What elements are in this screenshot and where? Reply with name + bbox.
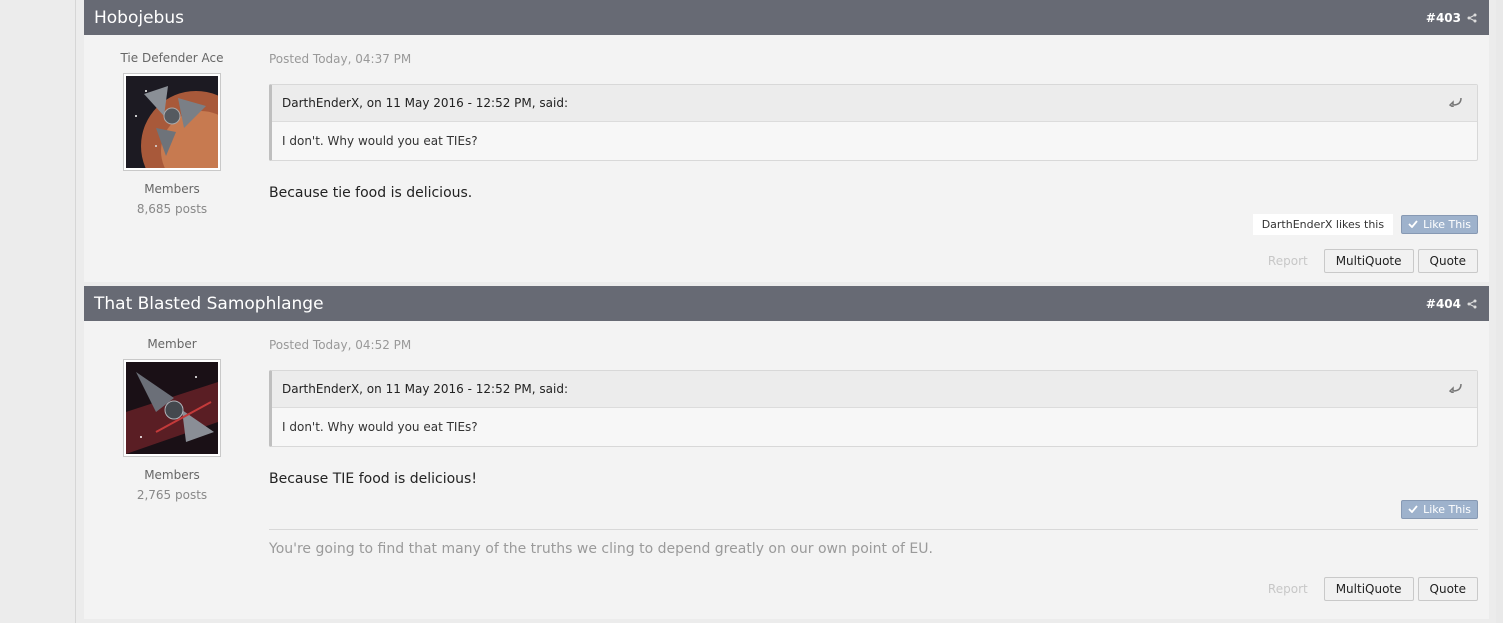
post-body: Tie Defender Ace Members 8,685 posts Pos… — [84, 35, 1489, 282]
quote-citation: DarthEnderX, on 11 May 2016 - 12:52 PM, … — [272, 371, 1477, 408]
signature: You're going to find that many of the tr… — [269, 541, 933, 557]
return-arrow-icon[interactable] — [1448, 382, 1463, 396]
like-button[interactable]: Like This — [1401, 215, 1478, 234]
post-author[interactable]: Hobojebus — [94, 8, 184, 28]
author-column: Tie Defender Ace Members 8,685 posts — [84, 35, 260, 216]
quote-block: DarthEnderX, on 11 May 2016 - 12:52 PM, … — [269, 370, 1478, 447]
post-number-group: #404 — [1426, 297, 1477, 311]
content-column: Posted Today, 04:37 PM DarthEnderX, on 1… — [269, 35, 1478, 273]
posted-date: Posted Today, 04:52 PM — [269, 338, 412, 352]
checkmark-icon — [1408, 503, 1418, 516]
right-edge — [1496, 0, 1503, 623]
quote-text: I don't. Why would you eat TIEs? — [282, 134, 478, 148]
post-author[interactable]: That Blasted Samophlange — [94, 294, 324, 314]
post-message: Because TIE food is delicious! — [269, 471, 477, 487]
share-icon[interactable] — [1467, 299, 1477, 309]
member-group: Members — [144, 468, 200, 482]
post-body: Member Members 2,765 posts Posted Today,… — [84, 321, 1489, 619]
return-arrow-icon[interactable] — [1448, 96, 1463, 110]
post-number[interactable]: #404 — [1426, 297, 1461, 311]
multiquote-button[interactable]: MultiQuote — [1323, 577, 1414, 601]
avatar[interactable] — [123, 73, 221, 171]
post-number-group: #403 — [1426, 11, 1477, 25]
like-button[interactable]: Like This — [1401, 500, 1478, 519]
like-button-label: Like This — [1423, 218, 1471, 231]
post-message: Because tie food is delicious. — [269, 185, 473, 201]
report-link[interactable]: Report — [1268, 582, 1308, 596]
post-actions: Report MultiQuote Quote — [269, 577, 1478, 601]
user-rank: Tie Defender Ace — [120, 51, 224, 65]
post-count: 2,765 posts — [136, 488, 208, 502]
user-rank: Member — [147, 337, 197, 351]
checkmark-icon — [1408, 218, 1418, 231]
report-link[interactable]: Report — [1268, 254, 1308, 268]
quote-citation-text: DarthEnderX, on 11 May 2016 - 12:52 PM, … — [282, 96, 568, 110]
post-number[interactable]: #403 — [1426, 11, 1461, 25]
post-403: Hobojebus #403 Tie Defender Ace Members … — [84, 0, 1489, 282]
author-column: Member Members 2,765 posts — [84, 321, 260, 502]
post-header: Hobojebus #403 — [84, 0, 1489, 35]
post-actions: Report MultiQuote Quote — [269, 249, 1478, 273]
signature-divider — [269, 529, 1478, 530]
quote-button[interactable]: Quote — [1417, 577, 1478, 601]
quote-citation-text: DarthEnderX, on 11 May 2016 - 12:52 PM, … — [282, 382, 568, 396]
likes-summary[interactable]: DarthEnderX likes this — [1252, 214, 1394, 235]
share-icon[interactable] — [1467, 13, 1477, 23]
like-row: DarthEnderX likes this Like This — [269, 214, 1478, 235]
content-column: Posted Today, 04:52 PM DarthEnderX, on 1… — [269, 321, 1478, 601]
posted-date: Posted Today, 04:37 PM — [269, 52, 412, 66]
member-group: Members — [144, 182, 200, 196]
quote-citation: DarthEnderX, on 11 May 2016 - 12:52 PM, … — [272, 85, 1477, 122]
left-gutter — [0, 0, 76, 623]
post-404: That Blasted Samophlange #404 Member Mem… — [84, 286, 1489, 619]
quote-block: DarthEnderX, on 11 May 2016 - 12:52 PM, … — [269, 84, 1478, 161]
quote-text: I don't. Why would you eat TIEs? — [282, 420, 478, 434]
multiquote-button[interactable]: MultiQuote — [1323, 249, 1414, 273]
post-header: That Blasted Samophlange #404 — [84, 286, 1489, 321]
post-count: 8,685 posts — [136, 202, 208, 216]
like-row: Like This — [269, 500, 1478, 519]
avatar[interactable] — [123, 359, 221, 457]
like-button-label: Like This — [1423, 503, 1471, 516]
quote-button[interactable]: Quote — [1417, 249, 1478, 273]
